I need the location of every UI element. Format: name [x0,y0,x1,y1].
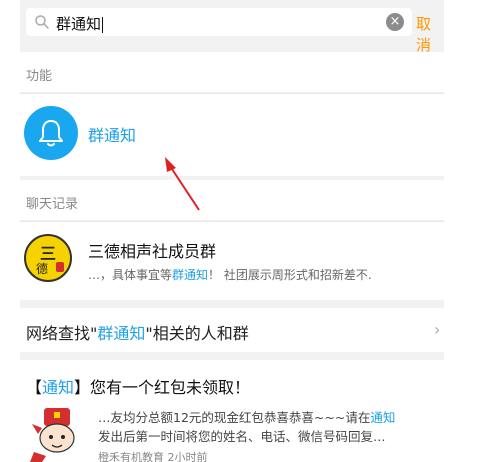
annotation-arrow [165,157,200,211]
annotation-arrow-shaft [169,165,200,211]
annotation-arrow-head [165,157,176,172]
